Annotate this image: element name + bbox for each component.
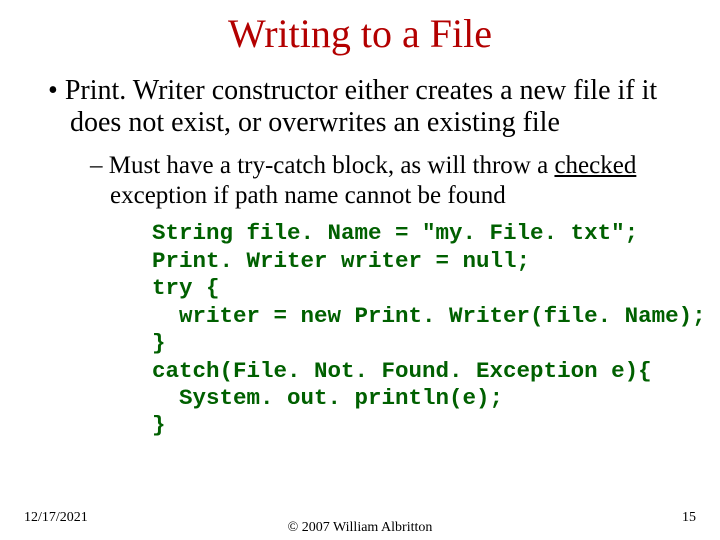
bullet-level-1: Print. Writer constructor either creates… bbox=[36, 75, 684, 139]
footer-page-number: 15 bbox=[682, 510, 696, 526]
bullet2-text-post: exception if path name cannot be found bbox=[110, 182, 506, 209]
slide: Writing to a File Print. Writer construc… bbox=[0, 10, 720, 540]
bullet2-text-pre: Must have a try-catch block, as will thr… bbox=[109, 152, 555, 179]
code-block: String file. Name = "my. File. txt"; Pri… bbox=[36, 220, 684, 440]
bullet2-text-underlined: checked bbox=[554, 152, 636, 179]
slide-body: Print. Writer constructor either creates… bbox=[0, 75, 720, 440]
footer-copyright: © 2007 William Albritton bbox=[0, 520, 720, 536]
slide-title: Writing to a File bbox=[0, 10, 720, 57]
bullet-level-2: Must have a try-catch block, as will thr… bbox=[36, 151, 684, 210]
